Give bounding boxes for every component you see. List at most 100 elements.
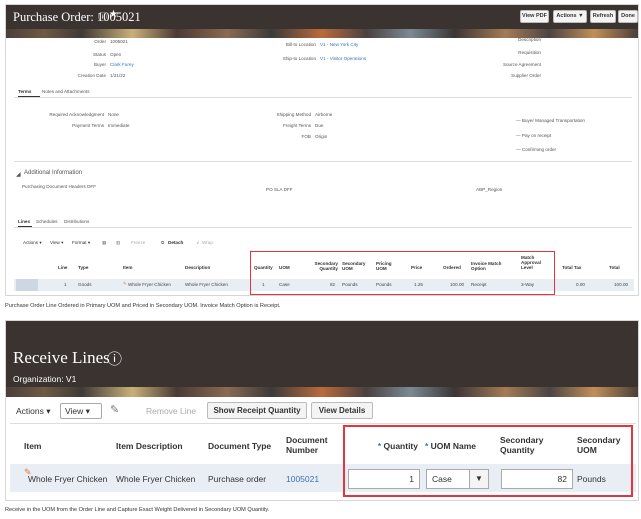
help-icon[interactable]: ⓘ (107, 348, 122, 369)
cell-description: Whole Fryer Chicken (185, 282, 228, 287)
detach-button[interactable]: Detach (168, 240, 183, 246)
order-label: Order (94, 39, 106, 44)
ack-label: Required Acknowledgment (49, 112, 104, 117)
flag-buyer-managed: — Buyer Managed Transportation (516, 118, 585, 123)
po-sla-dff-label: PO SLA DFF (266, 187, 293, 192)
top-caption: Purchase Order Line Ordered in Primary U… (5, 303, 281, 309)
cell-line: 1 (64, 282, 67, 287)
tab-lines[interactable]: Lines (18, 219, 30, 225)
col-line: Line (58, 265, 68, 270)
cell-total: 100.00 (614, 282, 629, 287)
abp-region-label: ABP_Region (476, 187, 503, 192)
col-description: Description (185, 265, 211, 270)
view-details-button[interactable]: View Details (311, 402, 373, 419)
cell-item: Whole Fryer Chicken (28, 474, 108, 484)
payment-terms-label: Payment Terms (72, 123, 104, 128)
view-menu-label: View ▾ (65, 406, 90, 416)
actions-menu[interactable]: Actions ▾ (16, 406, 51, 417)
creation-date-label: Creation Date (77, 73, 106, 78)
wrap-button[interactable]: Wrap (202, 240, 213, 246)
creation-date-value: 1/21/22 (110, 73, 126, 78)
buyer-link[interactable]: Clark Furey (110, 62, 134, 68)
highlight-box (250, 251, 555, 295)
receive-header: Receive Lines ⓘ Organization: V1 (6, 321, 638, 387)
edit-pencil-icon: ✎ (123, 281, 127, 286)
tab-distributions[interactable]: Distributions (64, 219, 89, 225)
source-agreement-label: Source Agreement (502, 62, 541, 67)
favorite-star-icon[interactable]: ★ (109, 9, 118, 20)
flag-buyer-managed-text: Buyer Managed Transportation (521, 118, 585, 123)
tab-schedules[interactable]: Schedules (36, 219, 57, 225)
col-item: Item (24, 441, 42, 451)
remove-line-button[interactable]: Remove Line (146, 406, 196, 416)
col-document-number: Document Number (286, 435, 328, 455)
payment-terms-value: Immediate (108, 123, 130, 128)
col-document-type: Document Type (208, 441, 272, 451)
lines-view-menu[interactable]: View ▾ (50, 240, 63, 246)
col-total-tax: Total Tax (562, 265, 582, 270)
decorative-banner (6, 29, 638, 38)
lines-format-menu[interactable]: Format ▾ (72, 240, 90, 246)
freight-terms-value: Due (315, 123, 324, 128)
col-item: Item (123, 265, 133, 270)
ack-value: None (108, 112, 119, 117)
tab-terms[interactable]: Terms (18, 89, 31, 95)
view-menu[interactable]: View ▾ (60, 403, 102, 419)
additional-info-title: Additional Information (24, 170, 83, 176)
order-value: 1005021 (110, 39, 128, 44)
status-label: Status (92, 52, 106, 57)
status-value: Open (110, 52, 122, 57)
page-title: Purchase Order: 1005021 (13, 10, 141, 24)
bottom-caption: Receive in the UOM from the Order Line a… (5, 507, 270, 513)
lines-actions-menu[interactable]: Actions ▾ (23, 240, 42, 246)
bill-to-link[interactable]: V1 - New York City (320, 42, 358, 48)
page-title: Receive Lines (13, 348, 110, 367)
description-label: Description (518, 37, 541, 42)
col-type: Type (78, 265, 89, 270)
cell-total-tax: 0.00 (576, 282, 585, 287)
shipping-method-value: Airborne (315, 112, 333, 117)
actions-menu-button[interactable]: Actions ▼ (553, 10, 587, 23)
divider (14, 227, 632, 228)
fob-label: FOB (301, 134, 311, 139)
tab-notes-attachments[interactable]: Notes and Attachments (42, 89, 90, 95)
help-icon[interactable]: ⓘ (98, 10, 107, 23)
requisition-label: Requisition (518, 50, 541, 55)
col-total: Total (609, 265, 620, 270)
decorative-banner (6, 387, 638, 397)
detach-icon[interactable]: ⧉ (161, 240, 164, 246)
view-pdf-button[interactable]: View PDF (520, 10, 549, 23)
ship-to-link[interactable]: V1 - Visitor Operations (320, 56, 366, 62)
freeze-icon[interactable]: ▥ (116, 240, 120, 246)
supplier-order-label: Supplier Order (511, 73, 541, 78)
edit-pencil-icon[interactable]: ✎ (110, 403, 119, 416)
cell-document-type: Purchase order (208, 474, 267, 484)
headers-dff-label: Purchasing Document Headers DFF (21, 184, 97, 189)
flag-pay-on-receipt: — Pay on receipt (516, 133, 552, 138)
collapse-triangle-icon[interactable]: ◢ (16, 171, 21, 178)
columns-icon[interactable]: ▦ (102, 240, 106, 246)
flag-pay-on-receipt-text: Pay on receipt (521, 133, 552, 138)
buyer-label: Buyer (93, 62, 106, 67)
divider (10, 423, 636, 424)
purchase-order-panel: Purchase Order: 1005021 ⓘ ★ View PDF Act… (5, 4, 639, 296)
shipping-method-label: Shipping Method (276, 112, 311, 117)
divider (14, 97, 632, 98)
refresh-button[interactable]: Refresh (590, 10, 616, 23)
cell-item-description: Whole Fryer Chicken (116, 474, 196, 484)
row-selector[interactable] (16, 279, 38, 291)
document-number-link[interactable]: 1005021 (286, 474, 319, 484)
freeze-button[interactable]: Freeze (131, 240, 145, 246)
flag-confirming-order-text: Confirming order (521, 147, 557, 152)
cell-type: Goods (78, 282, 92, 287)
highlight-box (343, 425, 633, 497)
wrap-icon[interactable]: ↲ (196, 240, 200, 246)
organization-label: Organization: V1 (13, 374, 77, 384)
done-button[interactable]: Done (618, 10, 638, 23)
show-receipt-quantity-button[interactable]: Show Receipt Quantity (207, 402, 307, 419)
bill-to-label: Bill-to Location (285, 42, 316, 47)
po-header: Purchase Order: 1005021 ⓘ ★ View PDF Act… (6, 5, 638, 29)
cell-item: Whole Fryer Chicken (128, 282, 171, 287)
receive-lines-panel: Receive Lines ⓘ Organization: V1 Actions… (5, 320, 639, 501)
flag-confirming-order: — Confirming order (516, 147, 557, 152)
